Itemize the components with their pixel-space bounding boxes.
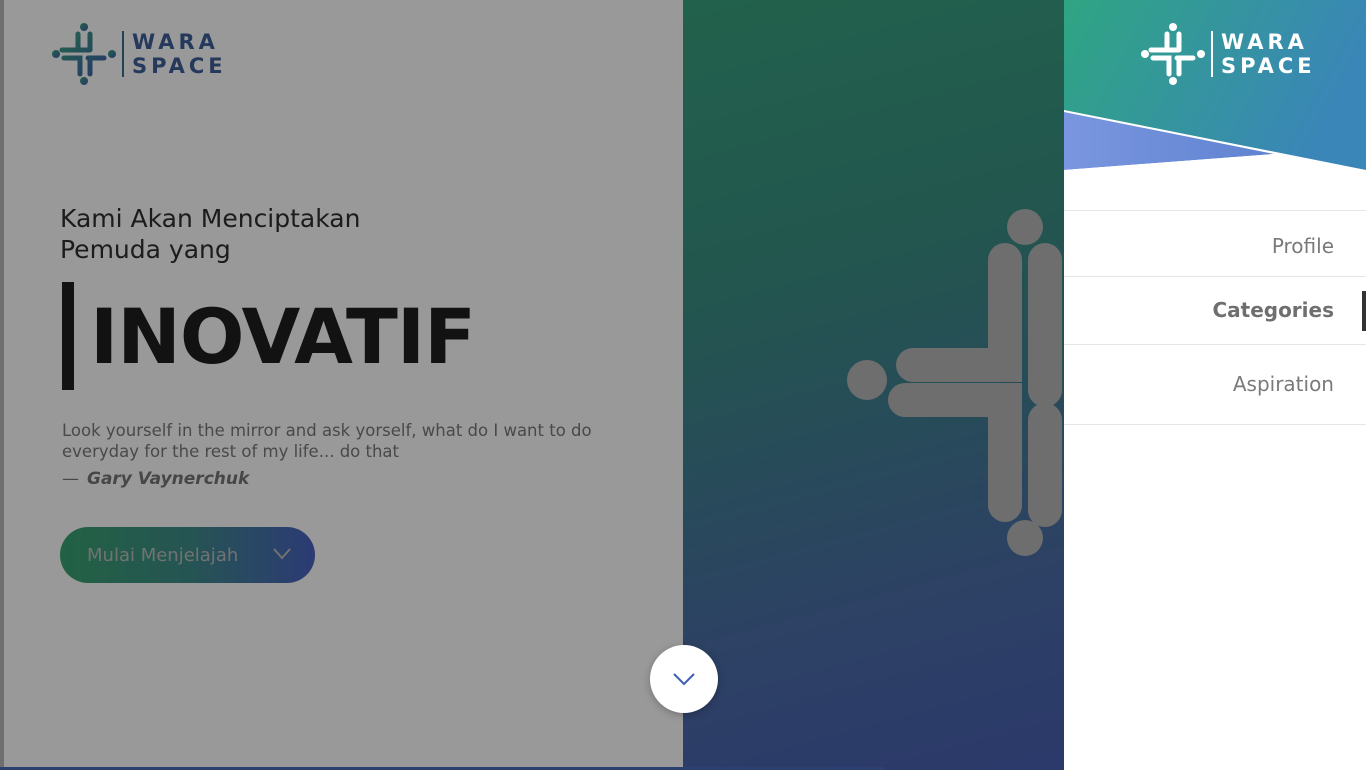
drawer-header: WARA SPACE <box>1064 0 1366 210</box>
logo-text-line1: WARA <box>1221 30 1308 54</box>
nav-item-label: Categories <box>1212 298 1334 322</box>
nav-item-label: Profile <box>1271 234 1334 258</box>
scroll-down-button[interactable] <box>650 645 718 713</box>
side-drawer: WARA SPACE Profile Categories Aspiration <box>1064 0 1366 770</box>
drawer-logo-wordmark: WARA SPACE <box>1221 30 1316 78</box>
nav-item-categories[interactable]: Categories <box>1064 277 1366 345</box>
modal-backdrop[interactable] <box>0 0 1064 770</box>
logo-text-line2: SPACE <box>1221 54 1316 78</box>
waraspace-logo-icon <box>1141 23 1205 85</box>
drawer-nav: Profile Categories Aspiration <box>1064 210 1366 425</box>
chevron-down-icon <box>673 673 695 686</box>
logo-separator <box>1211 31 1213 77</box>
drawer-logo[interactable]: WARA SPACE <box>1141 22 1316 86</box>
page: WARA SPACE Kami Akan Menciptakan Pemuda … <box>0 0 1366 770</box>
nav-item-label: Aspiration <box>1232 372 1334 396</box>
active-indicator <box>1362 291 1366 331</box>
nav-item-profile[interactable]: Profile <box>1064 211 1366 277</box>
nav-item-aspiration[interactable]: Aspiration <box>1064 345 1366 425</box>
